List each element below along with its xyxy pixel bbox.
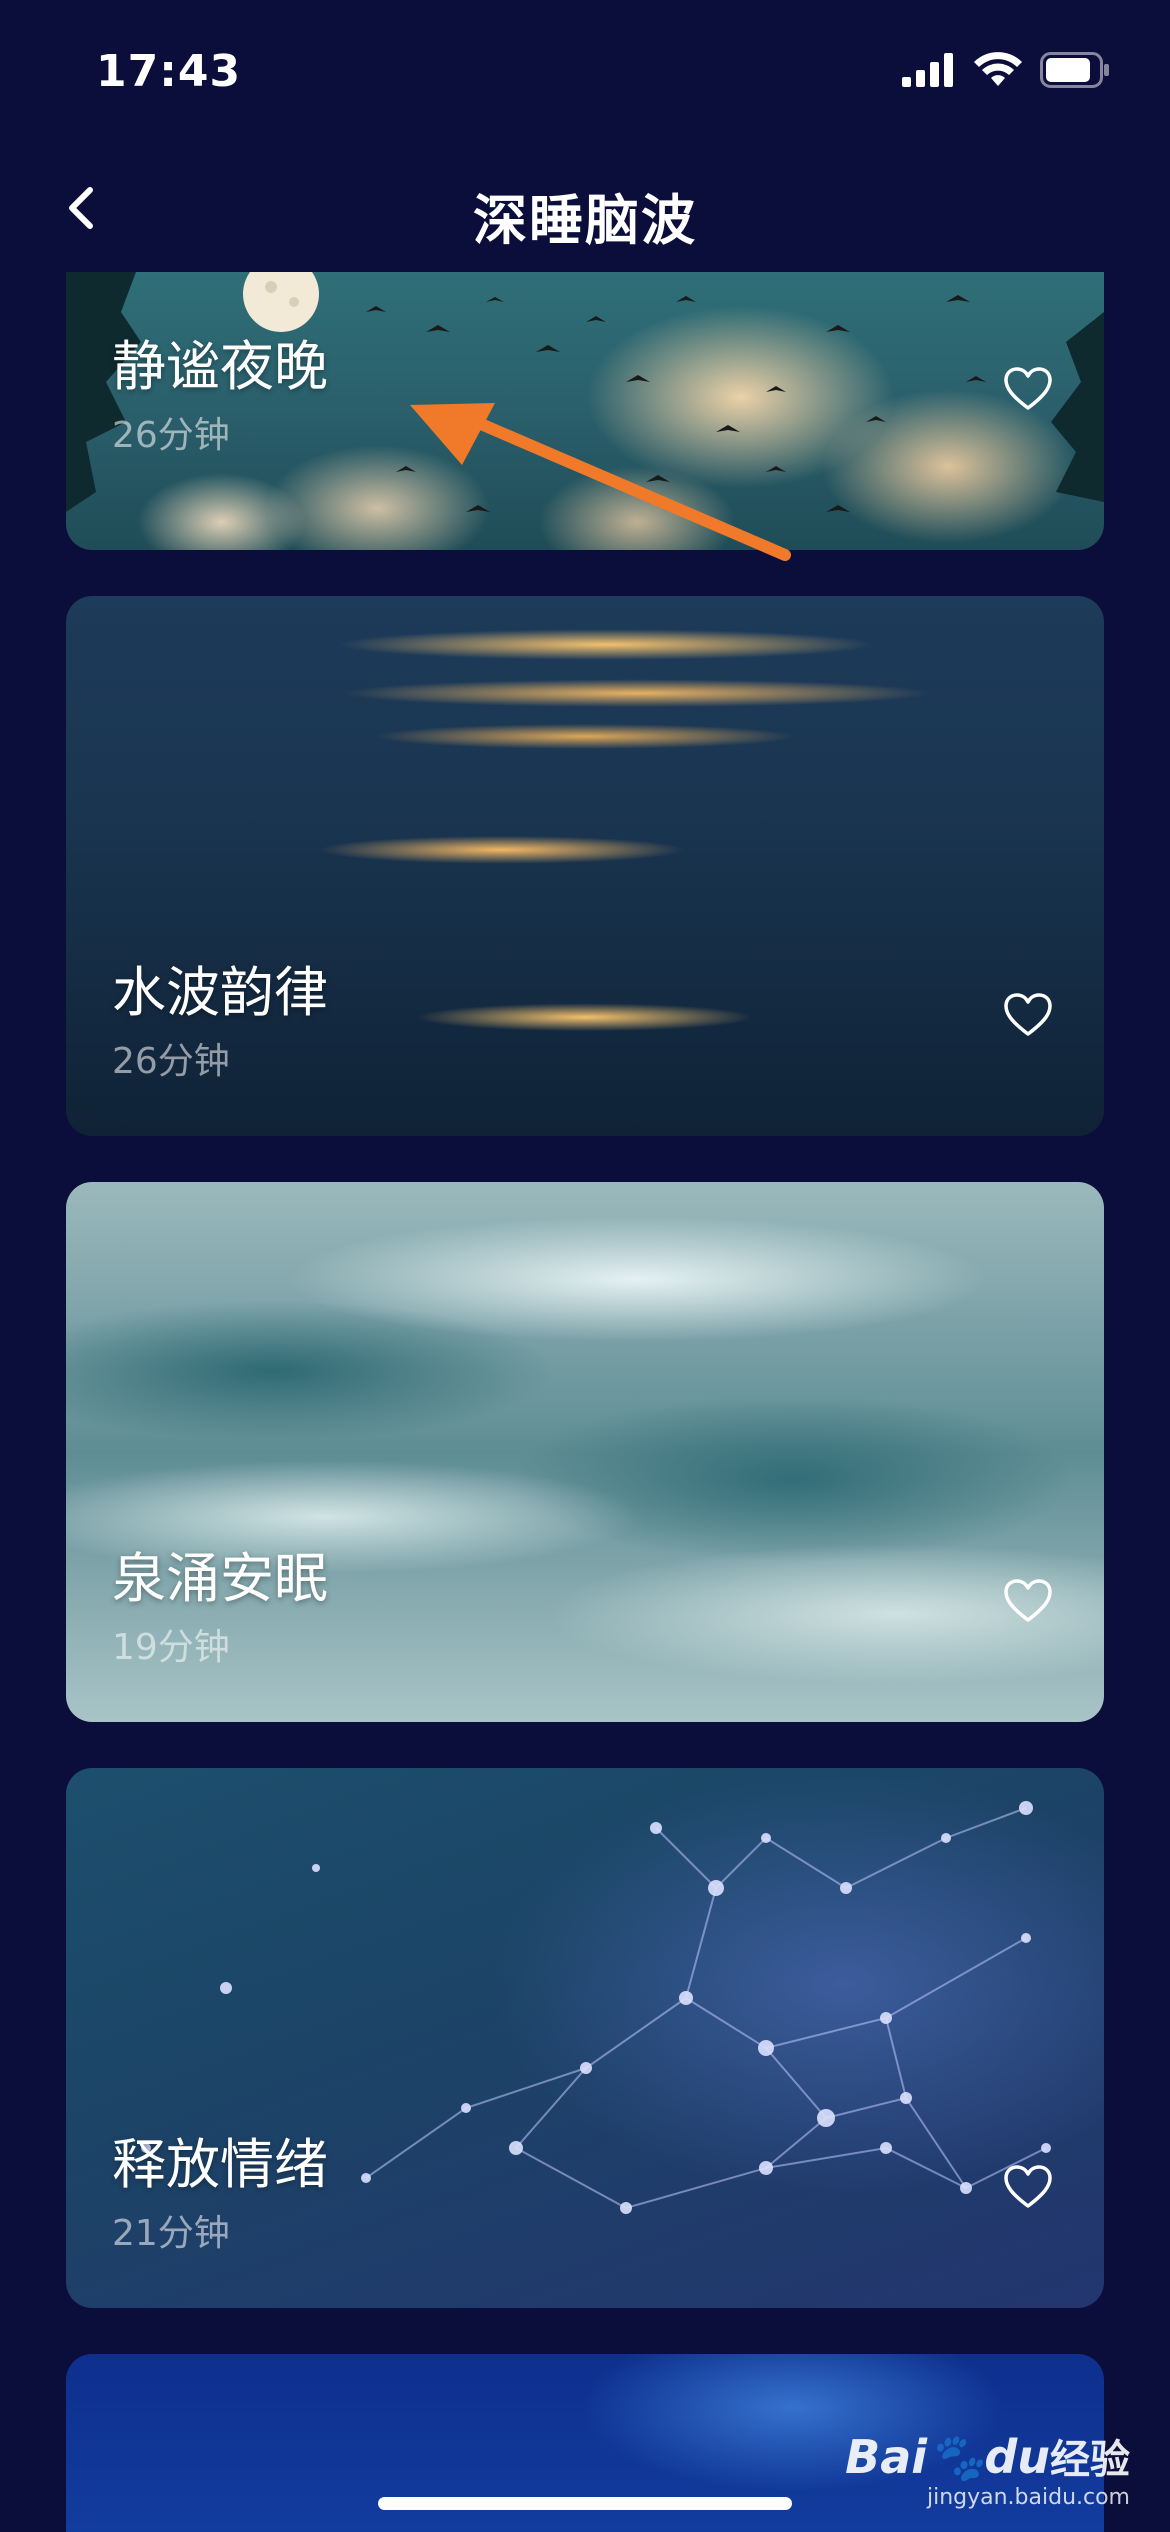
page-title: 深睡脑波 [473,189,697,252]
signal-icon [902,53,956,91]
baidu-jingyan-watermark: Bai🐾du经验 jingyan.baidu.com [845,2427,1130,2510]
track-card[interactable]: 释放情绪 21分钟 [66,1768,1104,2308]
heart-outline-icon [1002,1579,1054,1632]
track-title: 泉涌安眠 [112,1547,328,1610]
track-duration: 26分钟 [112,415,230,456]
track-duration: 26分钟 [112,1041,230,1082]
paw-icon: 🐾 [927,2430,985,2484]
track-duration: 21分钟 [112,2213,230,2254]
wifi-icon [974,52,1022,92]
heart-outline-icon [1002,367,1054,420]
watermark-url: jingyan.baidu.com [926,2485,1130,2510]
favorite-button[interactable] [1002,990,1054,1042]
header: 深睡脑波 [0,150,1170,270]
watermark-logo: Bai🐾du经验 [845,2430,1130,2484]
track-title: 释放情绪 [112,2133,328,2196]
track-title: 水波韵律 [112,961,328,1024]
track-card[interactable]: 泉涌安眠 19分钟 [66,1182,1104,1722]
heart-outline-icon [1002,2165,1054,2218]
heart-outline-icon [1002,993,1054,1046]
status-icons [902,52,1110,92]
status-bar: 17:43 [0,0,1170,150]
track-card[interactable]: 水波韵律 26分钟 [66,596,1104,1136]
favorite-button[interactable] [1002,364,1054,416]
track-card[interactable]: 静谧夜晚 26分钟 [66,272,1104,550]
home-indicator[interactable] [378,2497,792,2510]
battery-icon [1040,52,1110,92]
track-title: 静谧夜晚 [112,335,328,398]
favorite-button[interactable] [1002,2162,1054,2214]
track-duration: 19分钟 [112,1627,230,1668]
favorite-button[interactable] [1002,1576,1054,1628]
status-time: 17:43 [96,46,242,97]
